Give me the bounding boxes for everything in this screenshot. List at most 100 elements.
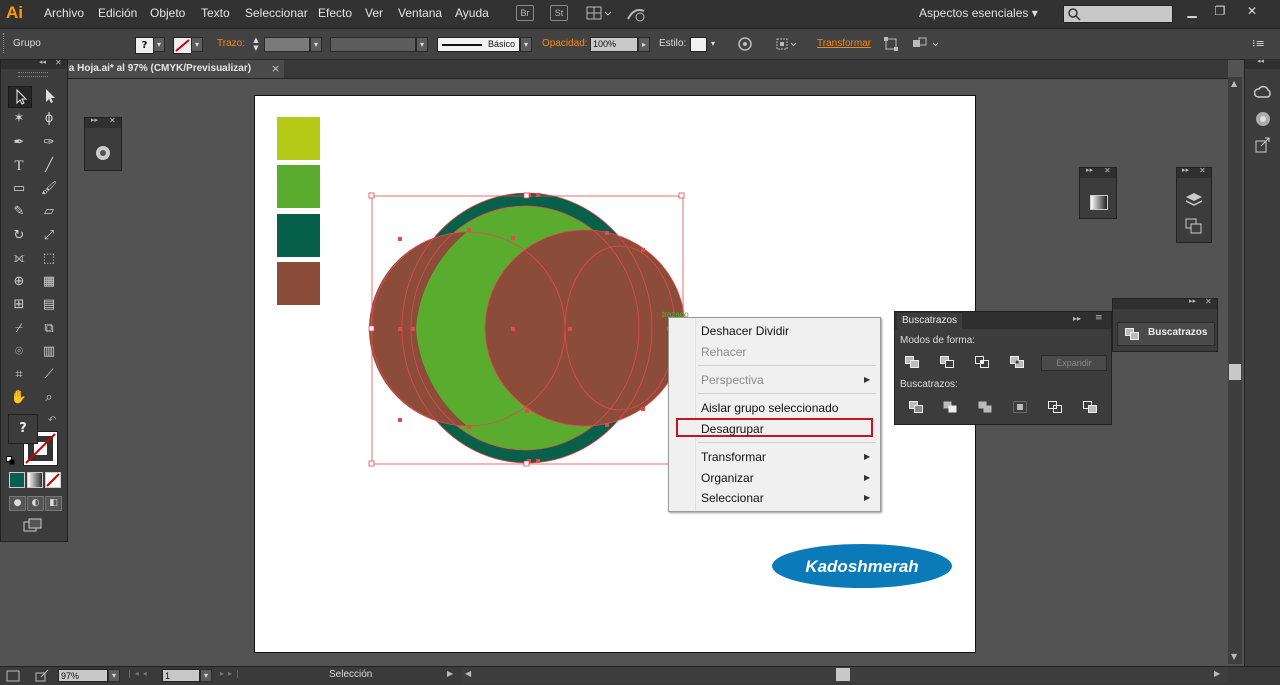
tab-pathfinder[interactable]: Buscatrazos <box>897 313 963 329</box>
scale-tool-icon[interactable]: ⤢ <box>38 226 60 246</box>
pencil-tool-icon[interactable]: ✎ <box>8 202 30 222</box>
merge-icon[interactable] <box>978 401 992 416</box>
menu-ver[interactable]: Ver <box>365 6 383 20</box>
paintbrush-tool-icon[interactable]: 🖌 <box>38 179 60 199</box>
lasso-tool-icon[interactable]: ϕ <box>38 109 60 129</box>
gradient-tool-icon[interactable]: ▤ <box>38 295 60 315</box>
expand-icon[interactable]: ▸▸ <box>91 116 98 124</box>
magic-wand-tool-icon[interactable]: ✶ <box>8 109 30 129</box>
menu-archivo[interactable]: Archivo <box>44 6 84 20</box>
column-graph-tool-icon[interactable]: ▥ <box>38 342 60 362</box>
brush-profile-dropdown[interactable]: ▾ <box>520 37 532 52</box>
type-tool-icon[interactable]: T <box>8 156 30 176</box>
opacity-dropdown[interactable]: ▸ <box>638 37 650 52</box>
width-tool-icon[interactable]: ⟗ <box>8 249 30 269</box>
stroke-dropdown[interactable]: ▾ <box>191 37 203 52</box>
variable-width-dropdown[interactable]: ▾ <box>416 37 428 52</box>
panel-header[interactable]: ▸▸ ✕ <box>1177 166 1211 178</box>
eraser-tool-icon[interactable]: ▱ <box>38 202 60 222</box>
scroll-down-icon[interactable]: ▼ <box>1231 652 1237 661</box>
slice-tool-icon[interactable]: ⟋ <box>38 365 60 385</box>
menu-item-perspective[interactable]: Perspectiva <box>701 373 764 387</box>
panel-menu-icon[interactable]: ≡ <box>1095 313 1103 323</box>
collapse-icon[interactable]: ◂◂ <box>39 58 46 66</box>
minus-back-icon[interactable] <box>1083 401 1097 416</box>
color-mode-icon[interactable] <box>9 472 25 488</box>
bridge-icon[interactable]: Br <box>516 5 534 21</box>
default-fill-stroke-icon[interactable] <box>6 455 15 465</box>
menu-edicion[interactable]: Edición <box>98 6 137 20</box>
selection-tool-icon[interactable] <box>8 86 32 108</box>
menu-seleccionar[interactable]: Seleccionar <box>245 6 308 20</box>
rectangle-tool-icon[interactable]: ▭ <box>8 179 30 199</box>
isolate-group-icon[interactable] <box>911 36 941 52</box>
brush-profile-field[interactable]: Básico <box>437 37 520 52</box>
close-icon[interactable]: ✕ <box>1205 297 1212 306</box>
line-tool-icon[interactable]: ╱ <box>38 156 60 176</box>
transform-icon[interactable] <box>883 36 899 52</box>
mesh-tool-icon[interactable]: ⊞ <box>8 295 30 315</box>
scroll-left-icon[interactable]: ◀ <box>465 669 471 678</box>
symbol-sprayer-tool-icon[interactable]: ⌾ <box>8 342 30 362</box>
divide-icon[interactable] <box>909 401 923 416</box>
navigator-icon[interactable] <box>94 144 112 162</box>
vertical-scroll-thumb[interactable] <box>1229 364 1241 380</box>
menu-item-select[interactable]: Seleccionar <box>701 491 764 505</box>
outline-icon[interactable] <box>1048 401 1062 416</box>
shape-builder-tool-icon[interactable]: ⊕ <box>8 272 30 292</box>
creative-cloud-icon[interactable] <box>1253 85 1272 102</box>
perspective-grid-tool-icon[interactable]: ▦ <box>38 272 60 292</box>
panel-header[interactable]: ▸▸ ✕ <box>1113 297 1217 309</box>
swap-fill-stroke-icon[interactable]: ↶ <box>48 415 56 426</box>
export-icon[interactable] <box>1255 137 1271 156</box>
zoom-tool-icon[interactable]: ⌕ <box>38 388 60 408</box>
expand-button[interactable]: Expandir <box>1041 355 1107 371</box>
pathfinder-dock-button[interactable]: Buscatrazos <box>1117 322 1215 346</box>
direct-selection-tool-icon[interactable] <box>38 86 60 106</box>
tools-panel-header[interactable]: ◂◂ ✕ <box>1 58 67 69</box>
opacity-label[interactable]: Opacidad: <box>542 38 588 49</box>
align-to-icon[interactable] <box>775 36 799 52</box>
menu-item-arrange[interactable]: Organizar <box>701 471 754 485</box>
trim-icon[interactable] <box>943 401 957 416</box>
free-transform-tool-icon[interactable]: ⬚ <box>38 249 60 269</box>
vertical-scrollbar[interactable]: ▲ ▼ <box>1228 77 1242 664</box>
menu-objeto[interactable]: Objeto <box>150 6 185 20</box>
artboard-prev-icons[interactable]: |◂◂ <box>128 669 151 678</box>
stroke-stepper[interactable]: ▲ ▼ <box>250 36 262 53</box>
recolor-artwork-icon[interactable] <box>737 36 753 52</box>
blend-tool-icon[interactable]: ⧉ <box>38 319 60 339</box>
horizontal-scroll-thumb[interactable] <box>836 668 850 681</box>
fill-indicator[interactable]: ? <box>8 414 38 444</box>
expand-icon[interactable]: ▸▸ <box>1189 297 1196 305</box>
stock-icon[interactable]: St <box>550 5 568 21</box>
gradient-panel-icon[interactable] <box>1090 195 1108 210</box>
gpu-performance-icon[interactable] <box>626 5 648 23</box>
curvature-tool-icon[interactable]: ✑ <box>38 133 60 153</box>
panel-header[interactable]: ▸▸ ✕ <box>85 116 121 128</box>
tab-document[interactable]: la Hoja.ai* al 97% (CMYK/Previsualizar) … <box>66 60 284 78</box>
minus-front-icon[interactable] <box>940 356 954 371</box>
menu-ayuda[interactable]: Ayuda <box>455 6 489 20</box>
opacity-field[interactable]: 100% <box>590 37 638 52</box>
collapse-icon[interactable]: ◂◂ <box>1257 57 1264 65</box>
arrange-documents-icon[interactable] <box>586 5 612 21</box>
zoom-field[interactable]: 97% <box>58 669 108 682</box>
menu-item-ungroup[interactable]: Desagrupar <box>701 422 764 436</box>
artboards-icon[interactable] <box>1185 218 1203 237</box>
expand-icon[interactable]: ▸▸ <box>1086 166 1093 174</box>
menu-texto[interactable]: Texto <box>201 6 230 20</box>
share-icon[interactable] <box>35 669 49 682</box>
stroke-weight-field[interactable] <box>264 37 310 52</box>
menu-item-redo[interactable]: Rehacer <box>701 345 746 359</box>
fill-dropdown[interactable]: ▾ <box>153 37 165 52</box>
status-menu-arrow-icon[interactable]: ▶ <box>447 669 453 678</box>
crop-icon[interactable] <box>1013 401 1027 416</box>
scroll-right-icon[interactable]: ▶ <box>1214 669 1220 678</box>
zoom-dropdown[interactable]: ▾ <box>108 669 120 682</box>
close-tab-icon[interactable]: × <box>271 62 280 75</box>
search-input[interactable] <box>1063 5 1173 23</box>
screen-mode-icon[interactable] <box>23 518 43 532</box>
appearance-icon[interactable] <box>1254 110 1272 131</box>
none-mode-icon[interactable] <box>45 472 61 488</box>
